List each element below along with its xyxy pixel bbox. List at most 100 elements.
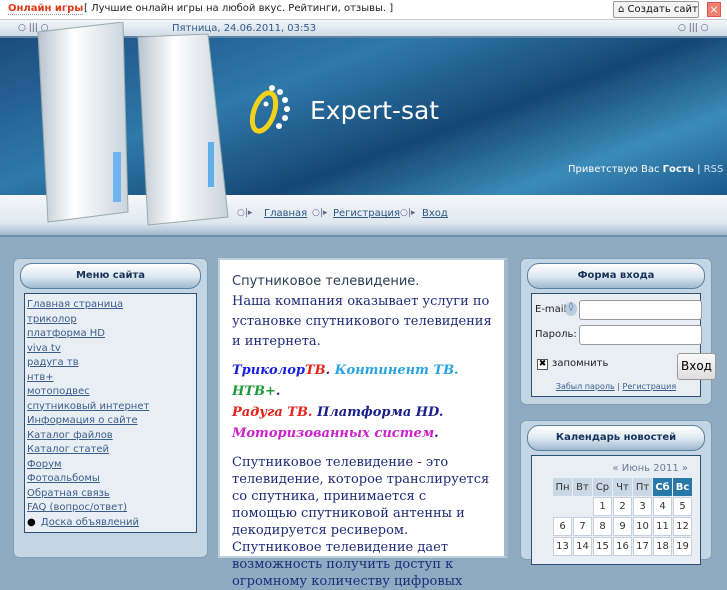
openid-icon[interactable]: ◊ bbox=[565, 302, 577, 316]
calendar-day[interactable]: 9 bbox=[613, 517, 632, 536]
content-body: Спутниковое телевидение - это телевидени… bbox=[232, 455, 490, 589]
weekday-header: Пт bbox=[633, 478, 652, 496]
calendar-day[interactable]: 15 bbox=[593, 537, 612, 556]
forgot-password-link[interactable]: Забыл пароль bbox=[556, 382, 615, 391]
server-tower-image bbox=[37, 22, 229, 226]
login-title: Форма входа bbox=[527, 263, 705, 289]
brand-name: . bbox=[325, 363, 335, 378]
menu-item[interactable]: нтв+ bbox=[27, 371, 196, 386]
brand-name: Континент ТВ. bbox=[334, 363, 459, 378]
menu-item[interactable]: мотоподвес bbox=[27, 385, 196, 400]
brand-name: Платформа HD. bbox=[312, 405, 444, 420]
calendar-day[interactable]: 18 bbox=[653, 537, 672, 556]
menu-item[interactable]: Форум bbox=[27, 458, 196, 473]
calendar-day[interactable]: 12 bbox=[673, 517, 692, 536]
logo-icon bbox=[249, 85, 290, 134]
calendar-day[interactable]: 17 bbox=[633, 537, 652, 556]
nav-register[interactable]: Регистрация bbox=[333, 208, 400, 219]
menu-item[interactable]: Каталог файлов bbox=[27, 429, 196, 444]
greet-user: Гость bbox=[662, 164, 694, 175]
greet-prefix: Приветствую Вас bbox=[568, 164, 663, 175]
calendar-title: Календарь новостей bbox=[527, 425, 705, 451]
weekday-header: Сб bbox=[653, 478, 672, 496]
calendar-day[interactable]: 5 bbox=[673, 497, 692, 516]
calendar-day[interactable]: 10 bbox=[633, 517, 652, 536]
calendar-day[interactable]: 13 bbox=[553, 537, 572, 556]
brand-name: Радуга ТВ. bbox=[232, 405, 313, 420]
menu-item[interactable]: радуга тв bbox=[27, 356, 196, 371]
calendar-day[interactable]: 4 bbox=[653, 497, 672, 516]
separator: | bbox=[617, 382, 620, 391]
password-input[interactable] bbox=[579, 325, 702, 345]
nav-bullet-icon: ○|▸ bbox=[237, 208, 253, 218]
home-icon: ⌂ bbox=[618, 4, 625, 15]
login-form: E-mail: ◊ Пароль: ✖ запомнить Вход Забыл… bbox=[531, 293, 716, 397]
menu-title: Меню сайта bbox=[20, 263, 201, 289]
slogan-link[interactable]: [ Лучшие онлайн игры на любой вкус. Рейт… bbox=[84, 3, 393, 14]
weekday-header: Вс bbox=[673, 478, 692, 496]
create-site-button[interactable]: ⌂ Создать сайт bbox=[613, 1, 699, 18]
calendar-table: Пн Вт Ср Чт Пт Сб Вс 1 2 3 4 5 6 7 8 9 10 11 12 13 14 15 16 17 1… bbox=[552, 477, 693, 557]
main-content: Спутниковое телевидение. Наша компания о… bbox=[218, 258, 508, 589]
login-panel: Форма входа E-mail: ◊ Пароль: ✖ запомнит… bbox=[520, 258, 716, 405]
top-bar: Онлайн игры [ Лучшие онлайн игры на любо… bbox=[0, 0, 727, 20]
register-link[interactable]: Регистрация bbox=[623, 382, 677, 391]
calendar-day[interactable]: 2 bbox=[613, 497, 632, 516]
menu-item[interactable]: триколор bbox=[27, 313, 196, 328]
menu-item[interactable]: Информация о сайте bbox=[27, 414, 196, 429]
menu-item[interactable]: Фотоальбомы bbox=[27, 472, 196, 487]
menu-item[interactable]: Доска объявлений bbox=[41, 517, 139, 528]
brand-list: ТриколорТВ. Континент ТВ. НТВ+. Радуга ТВ… bbox=[232, 360, 494, 444]
brand-name: Моторизованных систем bbox=[232, 426, 435, 441]
menu-item[interactable]: платформа HD bbox=[27, 327, 196, 342]
menu-item[interactable]: viva tv bbox=[27, 342, 196, 357]
brand-link[interactable]: Онлайн игры bbox=[8, 3, 84, 15]
brand-name: ТВ bbox=[304, 363, 326, 378]
brand-name: Триколор bbox=[232, 363, 305, 378]
site-menu-panel: Меню сайта Главная страница триколор пла… bbox=[13, 258, 208, 558]
weekday-header: Ср bbox=[593, 478, 612, 496]
next-month-link[interactable]: » bbox=[682, 463, 688, 474]
calendar-day bbox=[553, 497, 572, 516]
close-icon[interactable]: × bbox=[707, 2, 721, 17]
nav-login[interactable]: Вход bbox=[422, 208, 448, 219]
calendar-month: Июнь 2011 bbox=[621, 463, 679, 474]
bullet-icon: ● bbox=[27, 516, 39, 528]
nav-home[interactable]: Главная bbox=[264, 208, 307, 219]
rss-link[interactable]: RSS bbox=[704, 164, 724, 175]
remember-checkbox[interactable]: ✖ bbox=[537, 359, 548, 370]
calendar-day[interactable]: 6 bbox=[553, 517, 572, 536]
weekday-header: Чт bbox=[613, 478, 632, 496]
password-label: Пароль: bbox=[535, 329, 577, 340]
menu-item[interactable]: Обратная связь bbox=[27, 487, 196, 502]
calendar-day[interactable]: 8 bbox=[593, 517, 612, 536]
prev-month-link[interactable]: « bbox=[612, 463, 618, 474]
remember-label: запомнить bbox=[552, 358, 609, 369]
brand-name: . bbox=[275, 384, 281, 399]
calendar-day[interactable]: 16 bbox=[613, 537, 632, 556]
calendar-day[interactable]: 14 bbox=[573, 537, 592, 556]
calendar-day[interactable]: 11 bbox=[653, 517, 672, 536]
calendar-day[interactable]: 7 bbox=[573, 517, 592, 536]
menu-item[interactable]: Каталог статей bbox=[27, 443, 196, 458]
site-logo[interactable]: Expert-sat bbox=[310, 96, 439, 125]
menu-item[interactable]: спутниковый интернет bbox=[27, 400, 196, 415]
calendar-day bbox=[573, 497, 592, 516]
calendar-day[interactable]: 3 bbox=[633, 497, 652, 516]
calendar-day[interactable]: 19 bbox=[673, 537, 692, 556]
create-site-label: Создать сайт bbox=[627, 4, 698, 15]
login-button[interactable]: Вход bbox=[677, 353, 716, 380]
ornament-icon: ○ ||| ○ bbox=[678, 23, 709, 33]
brand-name: . bbox=[434, 426, 439, 441]
nav-bullet-icon: ○|▸ bbox=[312, 208, 328, 218]
greeting: Приветствую Вас Гость | RSS bbox=[568, 164, 724, 175]
menu-list: Главная страница триколор платформа HD v… bbox=[24, 293, 197, 533]
content-title: Спутниковое телевидение. bbox=[232, 274, 420, 289]
email-input[interactable] bbox=[579, 300, 702, 320]
menu-item[interactable]: Главная страница bbox=[27, 298, 196, 313]
menu-item[interactable]: FAQ (вопрос/ответ) bbox=[27, 501, 196, 516]
calendar-body: « Июнь 2011 » Пн Вт Ср Чт Пт Сб Вс 1 2 3 4 5 6 7 8 9 10 1… bbox=[531, 455, 701, 565]
calendar-day[interactable]: 1 bbox=[593, 497, 612, 516]
weekday-header: Пн bbox=[553, 478, 572, 496]
weekday-header: Вт bbox=[573, 478, 592, 496]
